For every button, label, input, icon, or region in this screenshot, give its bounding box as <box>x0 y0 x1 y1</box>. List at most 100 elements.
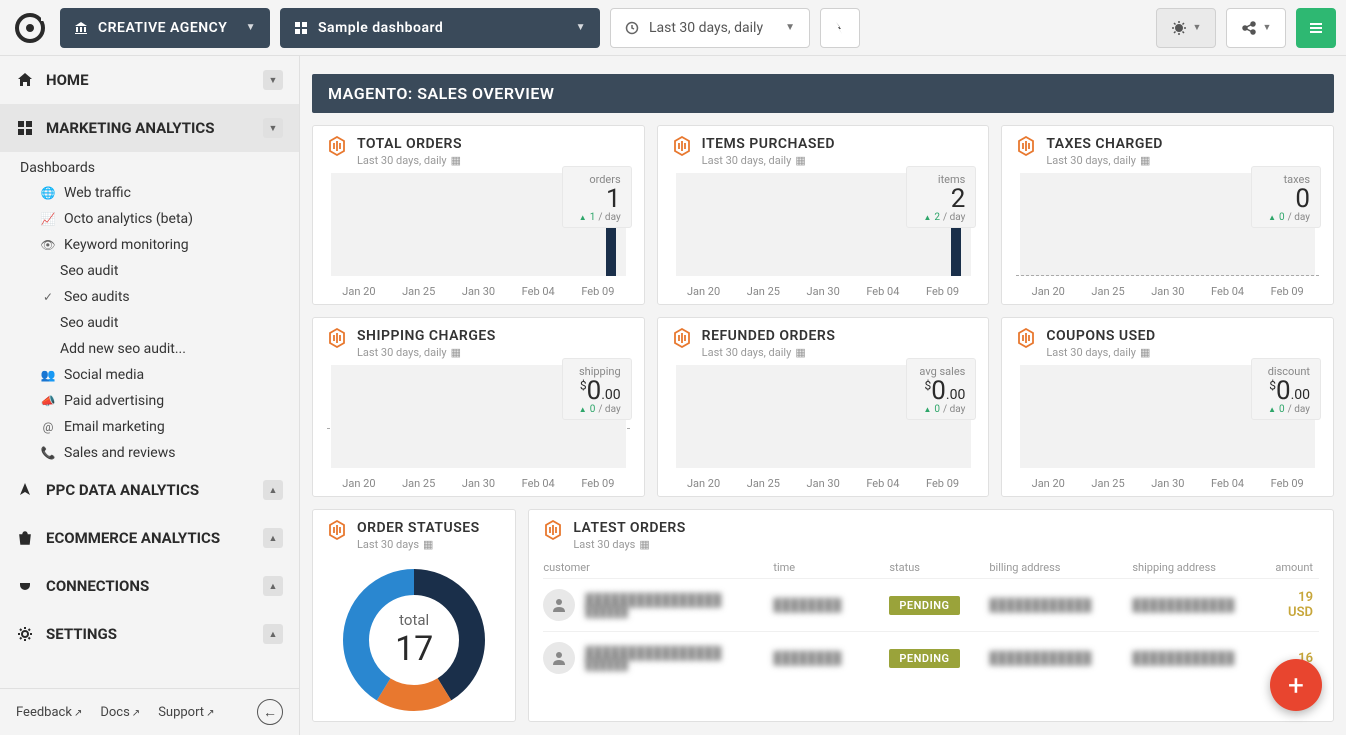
magento-icon <box>543 520 563 540</box>
theme-button[interactable]: ▼ <box>1156 8 1216 48</box>
chevron-down-icon: ▼ <box>785 22 795 33</box>
sidebar-item-seo-audits[interactable]: ✓Seo audits <box>0 284 299 310</box>
sidebar-item-sales-reviews[interactable]: 📞 Sales and reviews <box>0 440 299 466</box>
sidebar-item-label: Keyword monitoring <box>64 237 189 253</box>
analytics-icon <box>16 119 34 137</box>
x-tick-label: Jan 20 <box>1032 285 1065 298</box>
power-button[interactable] <box>820 8 860 48</box>
sidebar-section-ppc[interactable]: PPC DATA ANALYTICS ▲ <box>0 466 299 514</box>
metric-value: 2 <box>917 186 965 212</box>
bank-icon <box>74 21 88 35</box>
chevron-down-icon: ▼ <box>263 118 283 138</box>
sidebar-item-seo-audit[interactable]: Seo audit <box>0 258 299 284</box>
metric-badge: orders 1 ▲1/ day <box>562 166 632 228</box>
x-tick-label: Jan 25 <box>402 477 435 490</box>
x-tick-label: Feb 04 <box>522 477 555 490</box>
sidebar-item-label: Seo audit <box>60 315 118 331</box>
sidebar-section-home[interactable]: HOME ▼ <box>0 56 299 104</box>
sidebar-item-paid-advertising[interactable]: 📣Paid advertising <box>0 388 299 414</box>
home-icon <box>16 71 34 89</box>
sidebar-section-connections[interactable]: CONNECTIONS ▲ <box>0 562 299 610</box>
add-fab-button[interactable]: + <box>1270 659 1322 711</box>
sidebar-section-settings[interactable]: SETTINGS ▲ <box>0 610 299 658</box>
x-tick-label: Jan 20 <box>687 477 720 490</box>
sidebar-section-ecommerce[interactable]: ECOMMERCE ANALYTICS ▲ <box>0 514 299 562</box>
x-tick-label: Feb 04 <box>1211 477 1244 490</box>
customer-sub: ██████ <box>585 607 721 618</box>
share-button[interactable]: ▼ <box>1226 8 1286 48</box>
dashboard-selector[interactable]: Sample dashboard ▼ <box>280 8 600 48</box>
sidebar-item-email-marketing[interactable]: @ Email marketing <box>0 414 299 440</box>
magento-icon <box>1016 328 1036 348</box>
feedback-link[interactable]: Feedback↗ <box>16 705 82 720</box>
card-title: REFUNDED ORDERS <box>702 328 836 344</box>
docs-link[interactable]: Docs↗ <box>100 705 140 720</box>
donut-chart: total 17 <box>339 565 489 715</box>
support-link[interactable]: Support↗ <box>158 705 214 720</box>
table-row[interactable]: ████████████████ ██████ ████████ PENDING… <box>543 631 1319 684</box>
sidebar-item-label: Email marketing <box>64 419 165 435</box>
sidebar-item-label: Sales and reviews <box>64 445 175 461</box>
calendar-icon: ▦ <box>423 538 433 551</box>
metric-badge: shipping $0.00 ▲0/ day <box>562 358 632 420</box>
shipping-address: ████████████ <box>1132 651 1275 665</box>
chevron-down-icon: ▼ <box>246 22 256 33</box>
agency-selector[interactable]: CREATIVE AGENCY ▼ <box>60 8 270 48</box>
sidebar-item-seo-audit-2[interactable]: Seo audit <box>0 310 299 336</box>
x-tick-label: Jan 25 <box>1091 477 1124 490</box>
app-logo[interactable] <box>10 8 50 48</box>
x-tick-label: Jan 25 <box>747 285 780 298</box>
bag-icon <box>16 529 34 547</box>
magento-icon <box>327 136 347 156</box>
col-head-status: status <box>889 561 989 574</box>
col-head-time: time <box>773 561 889 574</box>
eye-icon: 👁 <box>40 238 56 252</box>
ppc-icon <box>16 481 34 499</box>
collapse-sidebar-button[interactable]: ← <box>257 699 283 725</box>
at-icon: @ <box>40 420 56 434</box>
card-items_purchased: ITEMS PURCHASED Last 30 days, daily ▦ it… <box>657 125 990 305</box>
agency-label: CREATIVE AGENCY <box>98 20 227 36</box>
metric-value: $0.00 <box>1262 378 1310 404</box>
main-content: MAGENTO: SALES OVERVIEW TOTAL ORDERS Las… <box>300 56 1346 735</box>
sidebar-item-keyword-monitoring[interactable]: 👁 Keyword monitoring <box>0 232 299 258</box>
sidebar-item-label: Paid advertising <box>64 393 164 409</box>
x-tick-label: Jan 30 <box>807 285 840 298</box>
x-tick-label: Feb 09 <box>1271 285 1304 298</box>
sidebar-item-label: Seo audits <box>64 289 130 305</box>
phone-icon: 📞 <box>40 446 56 460</box>
order-amount: 19 USD <box>1275 590 1319 620</box>
magento-icon <box>672 328 692 348</box>
metric-value: $0.00 <box>573 378 621 404</box>
card-subtitle: Last 30 days, daily ▦ <box>1046 346 1155 359</box>
daterange-selector[interactable]: Last 30 days, daily ▼ <box>610 8 810 48</box>
card-title: COUPONS USED <box>1046 328 1155 344</box>
card-order-statuses: ORDER STATUSES Last 30 days ▦ total <box>312 509 516 722</box>
x-tick-label: Feb 04 <box>522 285 555 298</box>
sidebar-item-web-traffic[interactable]: 🌐Web traffic <box>0 180 299 206</box>
gear-icon <box>16 625 34 643</box>
metric-badge: taxes 0 ▲0/ day <box>1251 166 1321 228</box>
card-title: TOTAL ORDERS <box>357 136 462 152</box>
x-tick-label: Feb 04 <box>1211 285 1244 298</box>
table-header: customer time status billing address shi… <box>543 557 1319 578</box>
sidebar-section-marketing[interactable]: MARKETING ANALYTICS ▼ <box>0 104 299 152</box>
card-subtitle: Last 30 days, daily ▦ <box>702 154 835 167</box>
sidebar-group-dashboards: Dashboards <box>0 152 299 180</box>
sidebar-item-octo-analytics[interactable]: 📈Octo analytics (beta) <box>0 206 299 232</box>
calendar-icon: ▦ <box>451 154 461 167</box>
sidebar-item-social-media[interactable]: 👥Social media <box>0 362 299 388</box>
sidebar-item-add-seo-audit[interactable]: Add new seo audit... <box>0 336 299 362</box>
calendar-icon: ▦ <box>795 154 805 167</box>
order-time: ████████ <box>773 651 889 665</box>
x-tick-label: Jan 30 <box>1151 477 1184 490</box>
shipping-address: ████████████ <box>1132 598 1275 612</box>
chevron-down-icon: ▼ <box>263 70 283 90</box>
table-row[interactable]: ████████████████ ██████ ████████ PENDING… <box>543 578 1319 631</box>
hamburger-button[interactable] <box>1296 8 1336 48</box>
billing-address: ████████████ <box>989 651 1132 665</box>
metric-delta: ▲0/ day <box>1262 212 1310 223</box>
x-tick-label: Feb 04 <box>866 285 899 298</box>
card-subtitle: Last 30 days ▦ <box>357 538 480 551</box>
sidebar: HOME ▼ MARKETING ANALYTICS ▼ Dashboards … <box>0 56 300 735</box>
